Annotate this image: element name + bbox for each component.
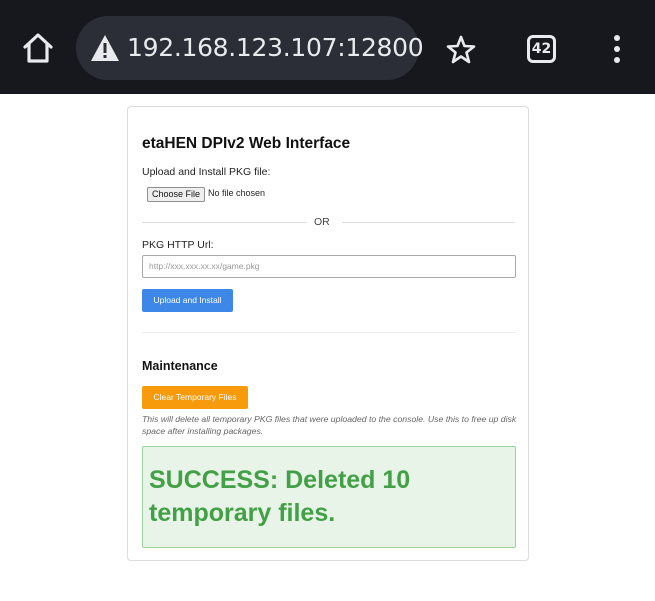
- or-divider-right: [342, 222, 515, 223]
- main-card: etaHEN DPIv2 Web Interface Upload and In…: [127, 106, 529, 561]
- success-alert: SUCCESS: Deleted 10 temporary files.: [142, 446, 516, 548]
- or-divider-left: [142, 222, 307, 223]
- browser-toolbar: 192.168.123.107:12800 42: [0, 0, 655, 94]
- url-text[interactable]: 192.168.123.107:12800: [127, 33, 424, 62]
- choose-file-button[interactable]: Choose File: [147, 187, 205, 202]
- clear-temporary-files-button[interactable]: Clear Temporary Files: [142, 386, 248, 409]
- more-vert-icon[interactable]: [609, 35, 625, 65]
- page-title: etaHEN DPIv2 Web Interface: [142, 135, 351, 152]
- address-bar[interactable]: 192.168.123.107:12800: [76, 16, 424, 80]
- star-icon[interactable]: [446, 35, 476, 65]
- success-message: SUCCESS: Deleted 10 temporary files.: [149, 466, 411, 527]
- or-text: OR: [314, 216, 330, 228]
- home-icon[interactable]: [20, 30, 56, 66]
- maintenance-title: Maintenance: [142, 359, 218, 373]
- no-file-text: No file chosen: [208, 188, 266, 198]
- tabs-icon[interactable]: 42: [527, 35, 556, 63]
- section-divider: [142, 332, 516, 333]
- maintenance-note: This will delete all temporary PKG files…: [142, 414, 517, 436]
- upload-label: Upload and Install PKG file:: [142, 166, 271, 178]
- pkg-url-label: PKG HTTP Url:: [142, 239, 214, 251]
- pkg-url-input[interactable]: http://xxx.xxx.xx.xx/game.pkg: [142, 255, 516, 278]
- warning-icon[interactable]: [90, 34, 120, 62]
- upload-and-install-button[interactable]: Upload and Install: [142, 289, 233, 312]
